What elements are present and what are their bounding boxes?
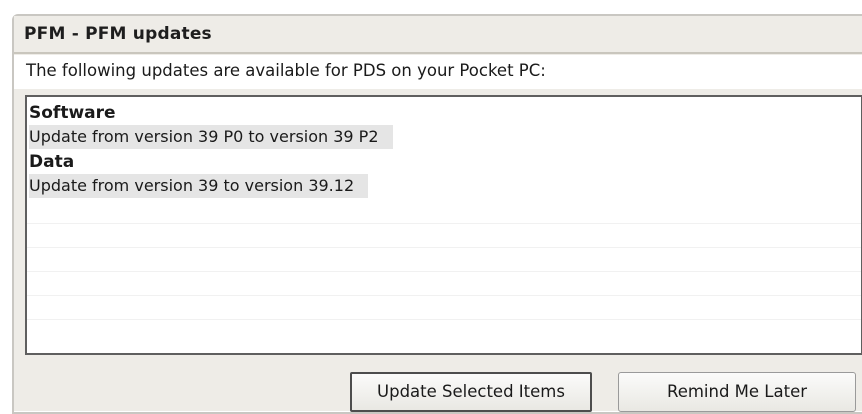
pfm-updates-dialog: PFM - PFM updates The following updates … (12, 14, 862, 414)
update-item-data[interactable]: Update from version 39 to version 39.12 (29, 174, 369, 198)
title-bar: PFM - PFM updates (14, 16, 862, 54)
update-item-software[interactable]: Update from version 39 P0 to version 39 … (29, 125, 393, 149)
list-row-divider (27, 223, 861, 224)
instruction-text: The following updates are available for … (26, 61, 546, 80)
remind-me-later-button[interactable]: Remind Me Later (618, 372, 856, 412)
list-row-divider (27, 247, 861, 248)
updates-list[interactable]: Software Update from version 39 P0 to ve… (25, 95, 862, 355)
list-row-divider (27, 319, 861, 320)
window-title: PFM - PFM updates (24, 24, 212, 44)
category-software: Software (29, 103, 116, 123)
update-selected-items-button[interactable]: Update Selected Items (350, 372, 592, 412)
instruction-bar: The following updates are available for … (14, 55, 862, 89)
category-data: Data (29, 152, 75, 172)
list-row-divider (27, 295, 861, 296)
list-row-divider (27, 271, 861, 272)
